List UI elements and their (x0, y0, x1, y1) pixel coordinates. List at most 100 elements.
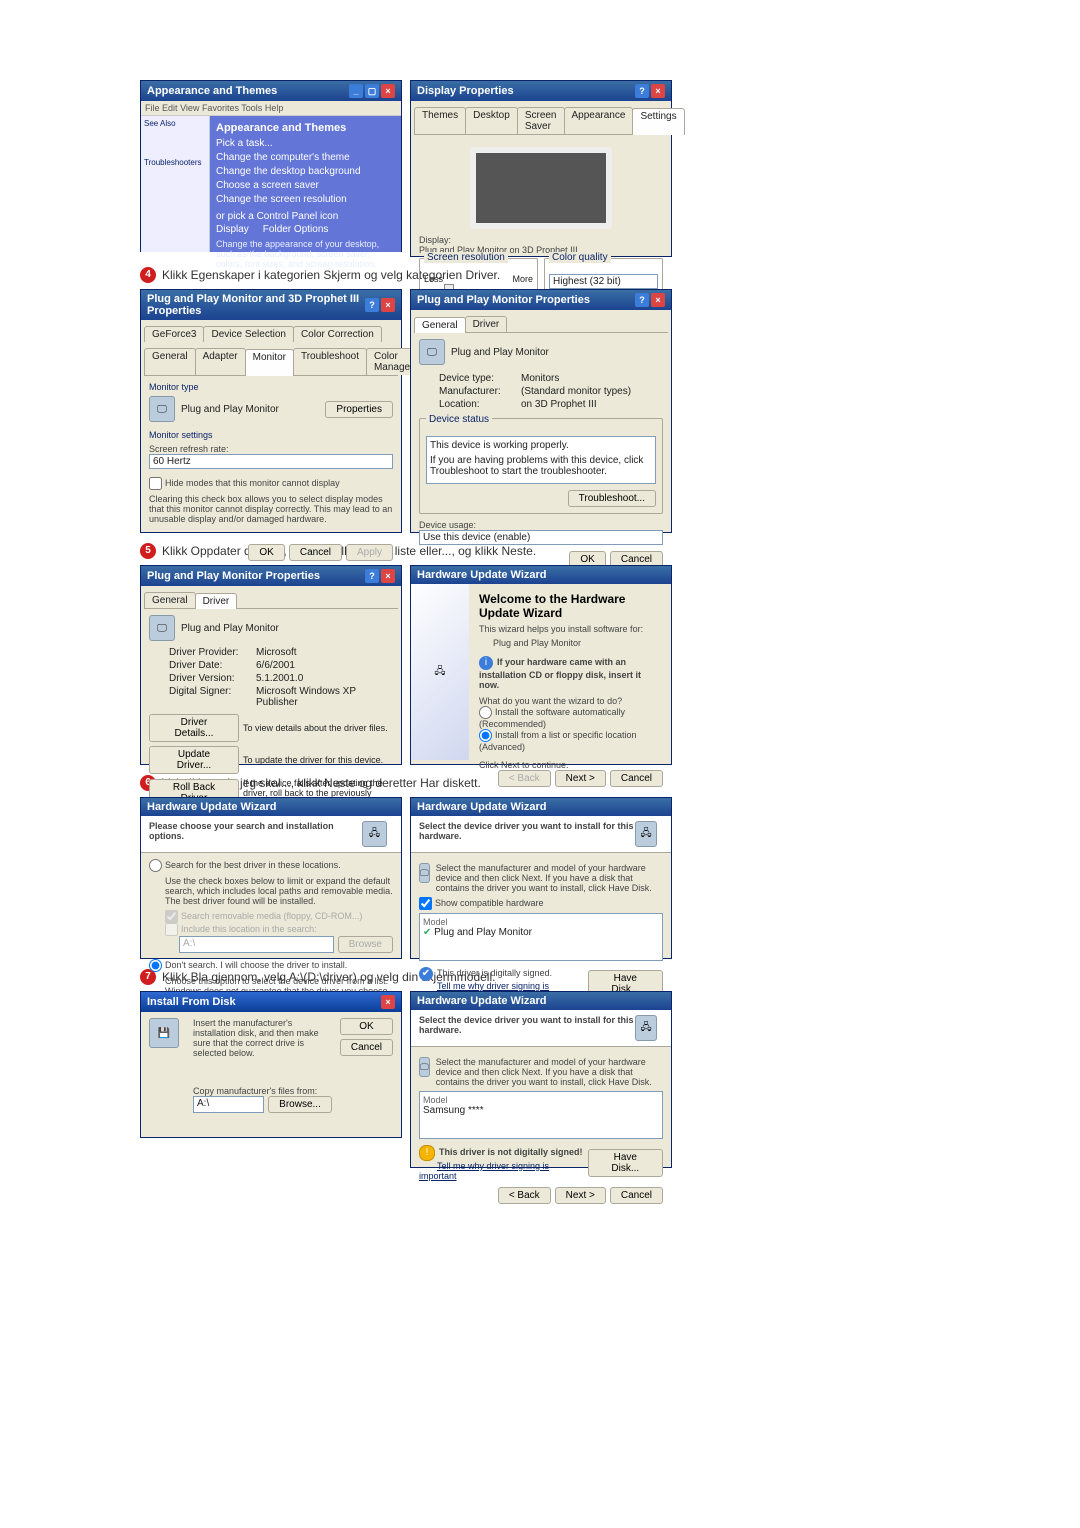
monitor-icon: 🖵 (149, 615, 175, 641)
refresh-rate-select[interactable]: 60 Hertz (149, 454, 393, 469)
window-title: Hardware Update Wizard (417, 801, 547, 813)
tab-adapter[interactable]: Adapter (195, 348, 246, 375)
monitor-icon: 🖵 (419, 339, 445, 365)
tab-troubleshoot[interactable]: Troubleshoot (293, 348, 367, 375)
model-list[interactable]: Model Samsung **** (419, 1091, 663, 1139)
tab-color-correction[interactable]: Color Correction (293, 326, 382, 342)
dont-search-radio[interactable] (149, 959, 162, 972)
info-icon: i (479, 656, 493, 670)
window-title: Install From Disk (147, 996, 236, 1008)
device-status-text: This device is working properly. If you … (426, 436, 656, 484)
task-background[interactable]: Change the desktop background (216, 166, 395, 177)
tab-strip: Themes Desktop Screen Saver Appearance S… (414, 104, 668, 135)
help-icon[interactable]: ? (635, 84, 649, 98)
help-icon[interactable]: ? (365, 298, 379, 312)
browse-button[interactable]: Browse... (268, 1096, 332, 1113)
category-pane: Appearance and Themes Pick a task... Cha… (210, 116, 401, 252)
signed-icon: ✔ (423, 927, 431, 938)
advanced-monitor-properties: Plug and Play Monitor and 3D Prophet III… (140, 289, 402, 533)
side-panel: See Also Troubleshooters (141, 116, 210, 252)
tab-settings[interactable]: Settings (632, 108, 684, 135)
color-quality-select[interactable]: Highest (32 bit) (549, 274, 658, 289)
tab-themes[interactable]: Themes (414, 107, 466, 134)
device-icon: 🖵 (419, 863, 430, 883)
cancel-button[interactable]: Cancel (289, 544, 342, 561)
browse-button: Browse (338, 936, 393, 953)
troubleshoot-button[interactable]: Troubleshoot... (568, 490, 656, 507)
hide-modes-checkbox[interactable] (149, 477, 162, 490)
hardware-wizard-select-driver-2: Hardware Update Wizard Select the device… (410, 991, 672, 1168)
title-bar: Appearance and Themes _▢× (141, 81, 401, 101)
tab-general[interactable]: General (144, 348, 196, 375)
tab-screensaver[interactable]: Screen Saver (517, 107, 565, 134)
cancel-button[interactable]: Cancel (340, 1039, 393, 1056)
close-icon[interactable]: × (381, 298, 395, 312)
copy-path-select[interactable]: A:\ (193, 1096, 264, 1113)
signing-link[interactable]: Tell me why driver signing is important (419, 1161, 549, 1181)
task-theme[interactable]: Change the computer's theme (216, 152, 395, 163)
ok-button[interactable]: OK (248, 544, 284, 561)
tab-device-selection[interactable]: Device Selection (203, 326, 293, 342)
appearance-themes-window: Appearance and Themes _▢× File Edit View… (140, 80, 402, 252)
next-button[interactable]: Next > (555, 1187, 606, 1204)
display-label: Display: (419, 235, 663, 245)
ok-button[interactable]: OK (340, 1018, 393, 1035)
window-title: Appearance and Themes (147, 85, 277, 97)
device-icon: 🖵 (419, 1057, 430, 1077)
signed-badge-icon: ✔ (419, 967, 433, 981)
model-list[interactable]: Model ✔ Plug and Play Monitor (419, 913, 663, 961)
have-disk-button[interactable]: Have Disk... (588, 1149, 663, 1177)
cancel-button[interactable]: Cancel (610, 770, 663, 787)
task-resolution[interactable]: Change the screen resolution (216, 194, 395, 205)
window-title: Hardware Update Wizard (147, 801, 277, 813)
hardware-wizard-welcome: Hardware Update Wizard 🖧 Welcome to the … (410, 565, 672, 765)
window-title: Hardware Update Wizard (417, 995, 547, 1007)
include-location-checkbox (165, 923, 178, 936)
close-icon[interactable]: × (381, 995, 395, 1009)
device-usage-select[interactable]: Use this device (enable) (419, 530, 663, 545)
next-button[interactable]: Next > (555, 770, 606, 787)
window-title: Plug and Play Monitor and 3D Prophet III… (147, 293, 365, 317)
cancel-button[interactable]: Cancel (610, 1187, 663, 1204)
install-from-disk-dialog: Install From Disk × 💾 Insert the manufac… (140, 991, 402, 1138)
close-icon[interactable]: × (651, 84, 665, 98)
hardware-wizard-select-driver: Hardware Update Wizard Select the device… (410, 797, 672, 959)
tab-driver[interactable]: Driver (195, 593, 238, 609)
properties-button[interactable]: Properties (325, 401, 393, 418)
window-title: Display Properties (417, 85, 514, 97)
opt-list-radio[interactable] (479, 729, 492, 742)
window-title: Plug and Play Monitor Properties (417, 294, 590, 306)
tab-general[interactable]: General (144, 592, 196, 608)
apply-button: Apply (346, 544, 393, 561)
tab-driver[interactable]: Driver (465, 316, 508, 332)
tab-geforce3[interactable]: GeForce3 (144, 326, 204, 342)
monitor-general-properties: Plug and Play Monitor Properties ?× Gene… (410, 289, 672, 533)
minimize-icon[interactable]: _ (349, 84, 363, 98)
driver-details-button[interactable]: Driver Details... (149, 714, 239, 742)
close-icon[interactable]: × (651, 293, 665, 307)
tab-general[interactable]: General (414, 317, 466, 333)
close-icon[interactable]: × (381, 84, 395, 98)
menu-bar[interactable]: File Edit View Favorites Tools Help (141, 101, 401, 116)
compatible-checkbox[interactable] (419, 897, 432, 910)
opt-auto-radio[interactable] (479, 706, 492, 719)
task-screensaver[interactable]: Choose a screen saver (216, 180, 395, 191)
cp-icon-display[interactable]: Display (216, 224, 249, 235)
tab-appearance[interactable]: Appearance (564, 107, 634, 134)
maximize-icon[interactable]: ▢ (365, 84, 379, 98)
removable-checkbox (165, 910, 178, 923)
warning-icon: ! (419, 1145, 435, 1161)
close-icon[interactable]: × (381, 569, 395, 583)
help-icon[interactable]: ? (635, 293, 649, 307)
search-radio[interactable] (149, 859, 162, 872)
back-button[interactable]: < Back (498, 1187, 551, 1204)
window-title: Hardware Update Wizard (417, 569, 547, 581)
cp-icon-folder-options[interactable]: Folder Options (263, 224, 329, 235)
disk-icon: 💾 (149, 1018, 179, 1048)
back-button: < Back (498, 770, 551, 787)
tab-monitor[interactable]: Monitor (245, 349, 294, 376)
wizard-icon: 🖧 (635, 821, 657, 847)
update-driver-button[interactable]: Update Driver... (149, 746, 239, 774)
tab-desktop[interactable]: Desktop (465, 107, 518, 134)
help-icon[interactable]: ? (365, 569, 379, 583)
